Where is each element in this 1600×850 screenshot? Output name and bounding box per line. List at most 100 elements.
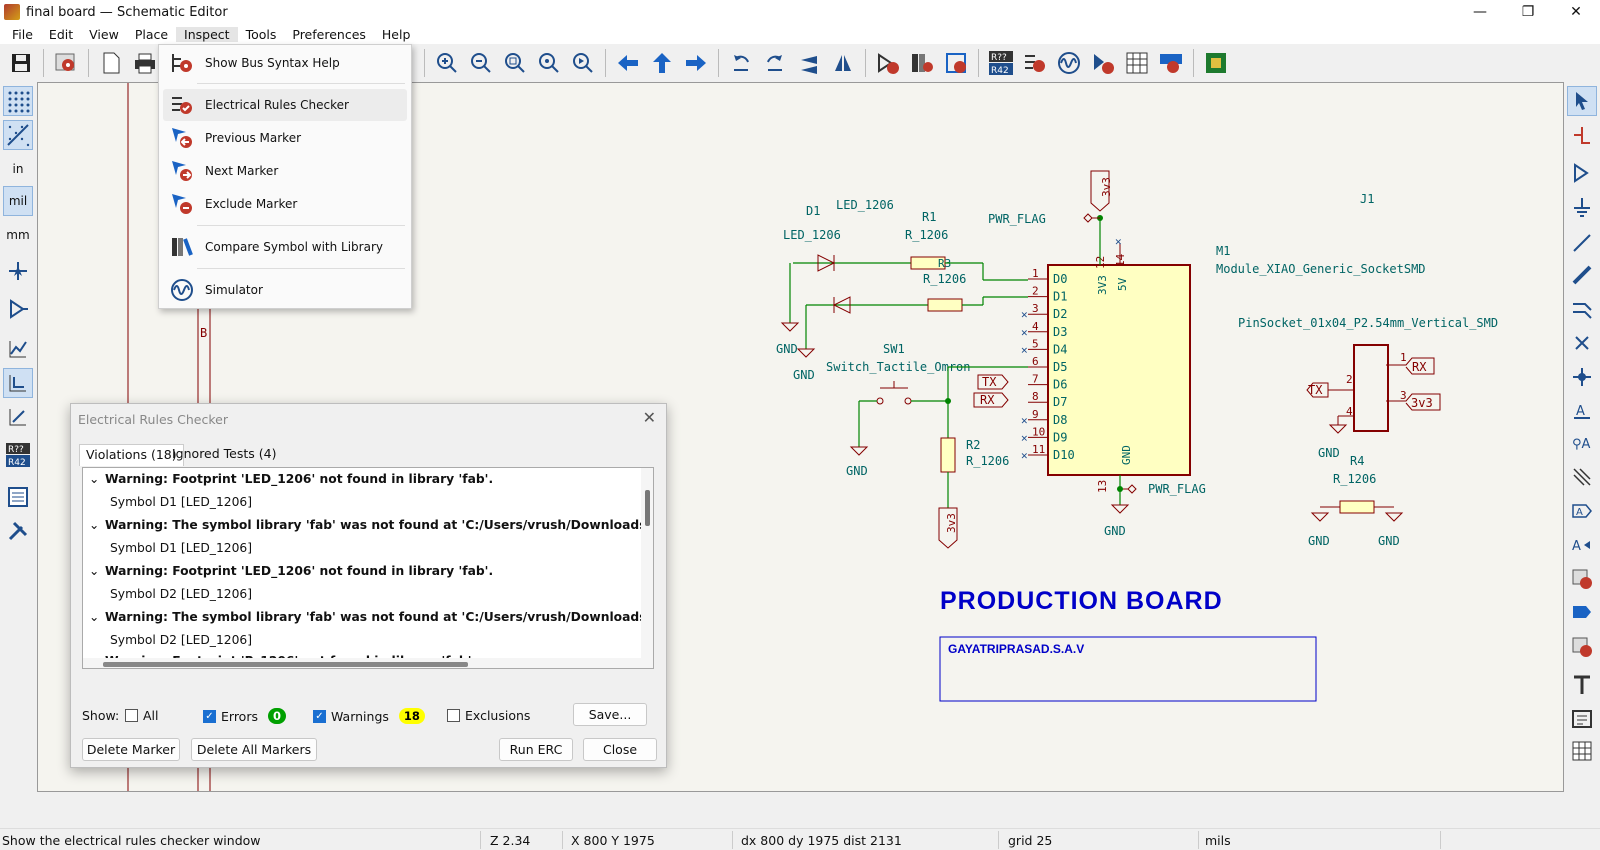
menu-item-simulator[interactable]: Simulator [163,274,407,306]
hierarchical-label-icon[interactable]: A [1567,496,1597,526]
m1-module-body[interactable] [1047,264,1191,476]
vertical-scrollbar[interactable] [641,468,653,668]
chevron-down-icon[interactable]: ⌄ [89,518,105,532]
violation-item[interactable]: Symbol D1 [LED_1206] [110,495,252,517]
mirror-vertical-icon[interactable] [794,48,824,78]
zoom-objects-icon[interactable] [534,48,564,78]
assign-footprints-icon[interactable] [1088,48,1118,78]
mils-toggle[interactable]: mil [3,186,33,216]
violation-row[interactable]: ⌄ Warning: The symbol library 'fab' was n… [89,610,653,632]
violation-item[interactable]: Symbol D2 [LED_1206] [110,587,252,609]
annotate-left-icon[interactable]: R?? R42 [3,440,33,470]
violation-row[interactable]: ⌄ Warning: The symbol library 'fab' was n… [89,518,653,540]
schematic-setup-icon[interactable] [51,48,81,78]
up-arrow-icon[interactable] [647,48,677,78]
bom-table-icon[interactable] [1122,48,1152,78]
line-mode-45-icon[interactable] [3,402,33,432]
erc-toolbar-icon[interactable] [1020,48,1050,78]
page-settings-icon[interactable] [96,48,126,78]
menu-item-bus-syntax-help[interactable]: Show Bus Syntax Help [163,47,407,79]
forward-arrow-icon[interactable] [681,48,711,78]
violations-list[interactable]: ⌄ Warning: Footprint 'LED_1206' not found… [82,467,654,669]
delete-marker-button[interactable]: Delete Marker [82,738,180,761]
delete-all-markers-button[interactable]: Delete All Markers [191,738,317,761]
symbol-editor-icon[interactable] [873,48,903,78]
restore-button[interactable]: ❐ [1504,0,1552,24]
properties-manager-icon[interactable] [3,516,33,546]
no-connect-icon[interactable] [1567,328,1597,358]
chevron-down-icon[interactable]: ⌄ [89,610,105,624]
menu-place[interactable]: Place [127,27,176,42]
close-window-button[interactable]: ✕ [1552,0,1600,24]
mirror-horizontal-icon[interactable] [828,48,858,78]
exclusions-checkbox[interactable]: Exclusions [447,708,530,723]
symbol-library-icon[interactable] [907,48,937,78]
annotate-icon[interactable]: R?? R42 [986,48,1016,78]
net-label-icon[interactable]: A [1567,396,1597,426]
menu-help[interactable]: Help [374,27,419,42]
chevron-down-icon[interactable]: ⌄ [89,564,105,578]
line-mode-90-icon[interactable] [3,368,33,398]
menu-tools[interactable]: Tools [238,27,285,42]
mm-toggle[interactable]: mm [3,220,33,250]
junction-icon[interactable] [1567,362,1597,392]
line-mode-free-icon[interactable] [3,334,33,364]
add-sheet-icon[interactable] [1567,598,1597,628]
errors-checkbox[interactable]: ✓ Errors 0 [203,708,286,724]
rotate-cw-icon[interactable] [760,48,790,78]
cursor-crosshair-icon[interactable] [3,256,33,286]
import-sheet-pin-icon[interactable] [1567,564,1597,594]
add-symbol-icon[interactable] [1567,158,1597,188]
errors-checkbox-box[interactable]: ✓ [203,709,216,723]
grid-toggle-icon[interactable] [3,86,33,116]
horizontal-scrollbar[interactable] [83,658,641,668]
grid-override-icon[interactable] [3,120,33,150]
violation-item[interactable]: Symbol D2 [LED_1206] [110,633,252,655]
add-wire-icon[interactable] [1567,228,1597,258]
menu-item-erc[interactable]: Electrical Rules Checker [163,89,407,121]
all-checkbox-box[interactable] [125,709,138,722]
menu-edit[interactable]: Edit [41,27,81,42]
bus-entry-icon[interactable] [1567,294,1597,324]
zoom-fit-icon[interactable] [500,48,530,78]
j1-body[interactable] [1353,344,1389,432]
sheet-pin-icon[interactable]: A [1567,530,1597,560]
textbox-tool-icon[interactable] [1567,704,1597,734]
menu-item-next-marker[interactable]: Next Marker [163,155,407,187]
exclusions-checkbox-box[interactable] [447,709,460,722]
tab-ignored-tests[interactable]: Ignored Tests (4) [166,444,282,466]
chevron-down-icon[interactable]: ⌄ [89,472,105,486]
footprint-editor-icon[interactable] [941,48,971,78]
rotate-ccw-icon[interactable] [726,48,756,78]
warnings-checkbox-box[interactable]: ✓ [313,709,326,723]
dialog-close-icon[interactable]: ✕ [643,408,656,427]
add-power-icon[interactable] [1567,192,1597,222]
hierarchy-navigator-icon[interactable] [3,482,33,512]
minimize-button[interactable]: — [1456,0,1504,24]
save-icon[interactable] [6,48,36,78]
zoom-selection-icon[interactable] [568,48,598,78]
pcb-editor-icon[interactable] [1201,48,1231,78]
global-label-icon[interactable] [1567,462,1597,492]
text-tool-icon[interactable] [1567,670,1597,700]
menu-view[interactable]: View [81,27,127,42]
add-bus-icon[interactable] [1567,260,1597,290]
highlight-net-icon[interactable] [1567,120,1597,150]
violation-row[interactable]: ⌄ Warning: Footprint 'LED_1206' not found… [89,564,493,586]
menu-preferences[interactable]: Preferences [284,27,374,42]
menu-item-compare-symbol[interactable]: Compare Symbol with Library [163,231,407,263]
simulator-toolbar-icon[interactable] [1054,48,1084,78]
warnings-checkbox[interactable]: ✓ Warnings 18 [313,708,425,724]
violation-row[interactable]: ⌄ Warning: Footprint 'LED_1206' not found… [89,472,493,494]
menu-file[interactable]: File [4,27,41,42]
violation-item[interactable]: Symbol D1 [LED_1206] [110,541,252,563]
hidden-pins-icon[interactable] [3,294,33,324]
table-tool-icon[interactable] [1567,736,1597,766]
menu-inspect[interactable]: Inspect [176,26,238,42]
generate-bom-icon[interactable] [1156,48,1186,78]
zoom-in-icon[interactable] [432,48,462,78]
zoom-out-icon[interactable] [466,48,496,78]
save-button[interactable]: Save... [573,703,647,726]
print-icon[interactable] [130,48,160,78]
inches-toggle[interactable]: in [3,154,33,184]
